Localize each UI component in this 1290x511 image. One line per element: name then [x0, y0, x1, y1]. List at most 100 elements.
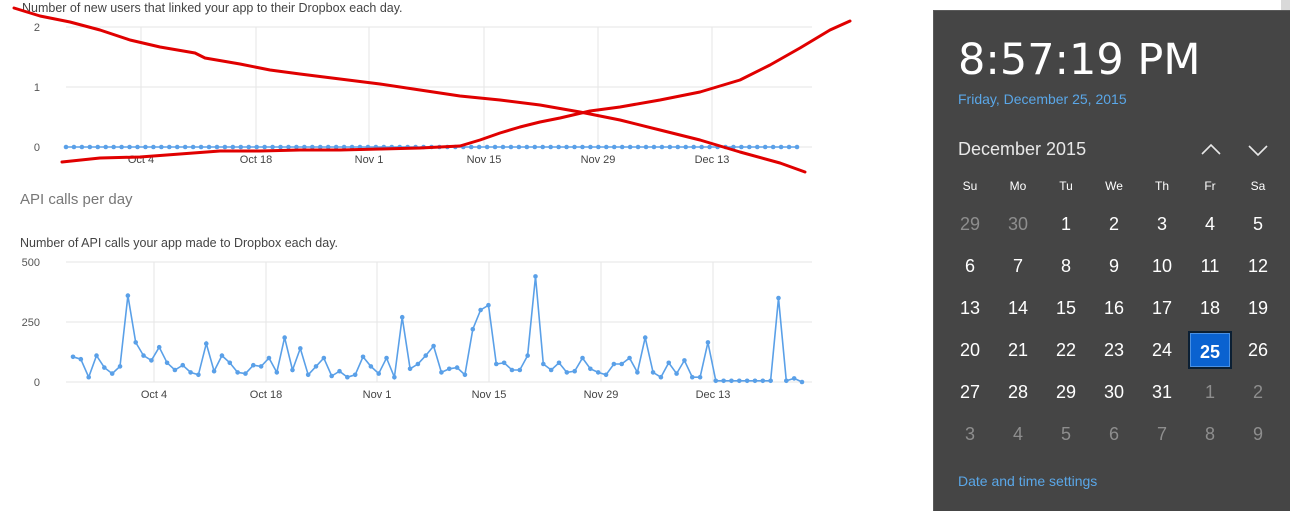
calendar-day[interactable]: 14 [996, 289, 1040, 327]
calendar-day[interactable]: 16 [1092, 289, 1136, 327]
data-point [117, 364, 123, 369]
data-point [125, 293, 131, 298]
data-point [71, 144, 77, 150]
calendar-day[interactable]: 6 [948, 247, 992, 285]
calendar-day[interactable]: 26 [1236, 331, 1280, 369]
calendar-day[interactable]: 1 [1044, 205, 1088, 243]
calendar-day[interactable]: 30 [1092, 373, 1136, 411]
calendar-day[interactable]: 21 [996, 331, 1040, 369]
data-point [713, 378, 719, 384]
calendar-day[interactable]: 5 [1236, 205, 1280, 243]
window-edge [1281, 0, 1290, 10]
data-point [604, 144, 609, 150]
data-point [286, 144, 291, 150]
data-point [341, 144, 347, 150]
data-point [675, 144, 681, 150]
data-point [230, 144, 236, 150]
data-point [478, 307, 483, 313]
data-point [405, 144, 410, 150]
calendar-day[interactable]: 17 [1140, 289, 1184, 327]
data-point [744, 378, 750, 384]
data-point [94, 353, 99, 358]
calendar-day[interactable]: 11 [1188, 247, 1232, 285]
calendar-day[interactable]: 29 [1044, 373, 1088, 411]
calendar-day[interactable]: 2 [1236, 373, 1280, 411]
data-point [63, 144, 69, 150]
data-point [325, 144, 331, 150]
month-year-label[interactable]: December 2015 [958, 139, 1086, 160]
calendar-day[interactable]: 12 [1236, 247, 1280, 285]
calendar-day[interactable]: 7 [996, 247, 1040, 285]
calendar-day[interactable]: 22 [1044, 331, 1088, 369]
calendar-day[interactable]: 15 [1044, 289, 1088, 327]
next-month-button[interactable] [1245, 137, 1271, 163]
calendar-day[interactable]: 30 [996, 205, 1040, 243]
calendar-day[interactable]: 6 [1092, 415, 1136, 453]
calendar-day[interactable]: 5 [1044, 415, 1088, 453]
calendar-day[interactable]: 18 [1188, 289, 1232, 327]
data-point [357, 144, 363, 150]
data-point [352, 372, 358, 378]
data-point [723, 144, 728, 150]
data-point [290, 367, 295, 373]
calendar-day[interactable]: 9 [1092, 247, 1136, 285]
data-point [219, 353, 225, 358]
data-point [588, 366, 593, 372]
calendar-day[interactable]: 3 [948, 415, 992, 453]
calendar-day[interactable]: 29 [948, 205, 992, 243]
data-point [470, 326, 476, 332]
clock-time: 8:57:19 PM [958, 35, 1201, 85]
previous-month-button[interactable] [1198, 137, 1224, 163]
calendar-day[interactable]: 24 [1140, 331, 1184, 369]
calendar-day[interactable]: 20 [948, 331, 992, 369]
data-point [462, 372, 468, 378]
calendar-day[interactable]: 8 [1044, 247, 1088, 285]
calendar-day-today[interactable]: 25 [1188, 331, 1232, 369]
data-point [437, 144, 442, 150]
calendar-day[interactable]: 10 [1140, 247, 1184, 285]
data-point [151, 144, 156, 150]
data-point [274, 370, 280, 375]
calendar-day[interactable]: 31 [1140, 373, 1184, 411]
calendar-day[interactable]: 13 [948, 289, 992, 327]
data-point [373, 144, 379, 150]
data-point [166, 144, 172, 150]
data-point [595, 370, 601, 375]
data-point [423, 353, 429, 358]
data-point [407, 366, 413, 372]
calendar-day[interactable]: 28 [996, 373, 1040, 411]
data-point [270, 144, 275, 150]
x-tick-label: Oct 4 [141, 389, 167, 401]
data-point [784, 378, 789, 384]
x-tick-label: Oct 18 [250, 389, 282, 401]
calendar-day[interactable]: 19 [1236, 289, 1280, 327]
data-point [525, 353, 530, 358]
data-point [317, 144, 323, 150]
data-point [445, 144, 450, 150]
calendar-day[interactable]: 1 [1188, 373, 1232, 411]
x-tick-label: Dec 13 [696, 389, 731, 401]
data-point [739, 144, 744, 150]
data-point [321, 355, 327, 361]
calendar-day[interactable]: 27 [948, 373, 992, 411]
data-point [302, 144, 307, 150]
calendar-day[interactable]: 3 [1140, 205, 1184, 243]
data-point [619, 144, 625, 150]
data-point [721, 378, 726, 384]
data-point [70, 354, 76, 360]
clock-date-link[interactable]: Friday, December 25, 2015 [958, 91, 1127, 107]
calendar-day[interactable]: 8 [1188, 415, 1232, 453]
data-point [87, 144, 93, 150]
calendar-day[interactable]: 9 [1236, 415, 1280, 453]
data-point [133, 340, 139, 345]
calendar-day[interactable]: 2 [1092, 205, 1136, 243]
clock-calendar-flyout: 8:57:19 PM Friday, December 25, 2015 Dec… [933, 10, 1290, 511]
calendar-day[interactable]: 4 [996, 415, 1040, 453]
calendar-day[interactable]: 7 [1140, 415, 1184, 453]
calendar-day[interactable]: 23 [1092, 331, 1136, 369]
new-users-chart: 0 1 2 Oct 4 Oct 18 Nov 1 Nov 15 Nov 29 Dec 13 [34, 22, 812, 166]
data-point [397, 144, 403, 150]
data-point [214, 144, 220, 150]
date-time-settings-link[interactable]: Date and time settings [958, 473, 1097, 489]
calendar-day[interactable]: 4 [1188, 205, 1232, 243]
